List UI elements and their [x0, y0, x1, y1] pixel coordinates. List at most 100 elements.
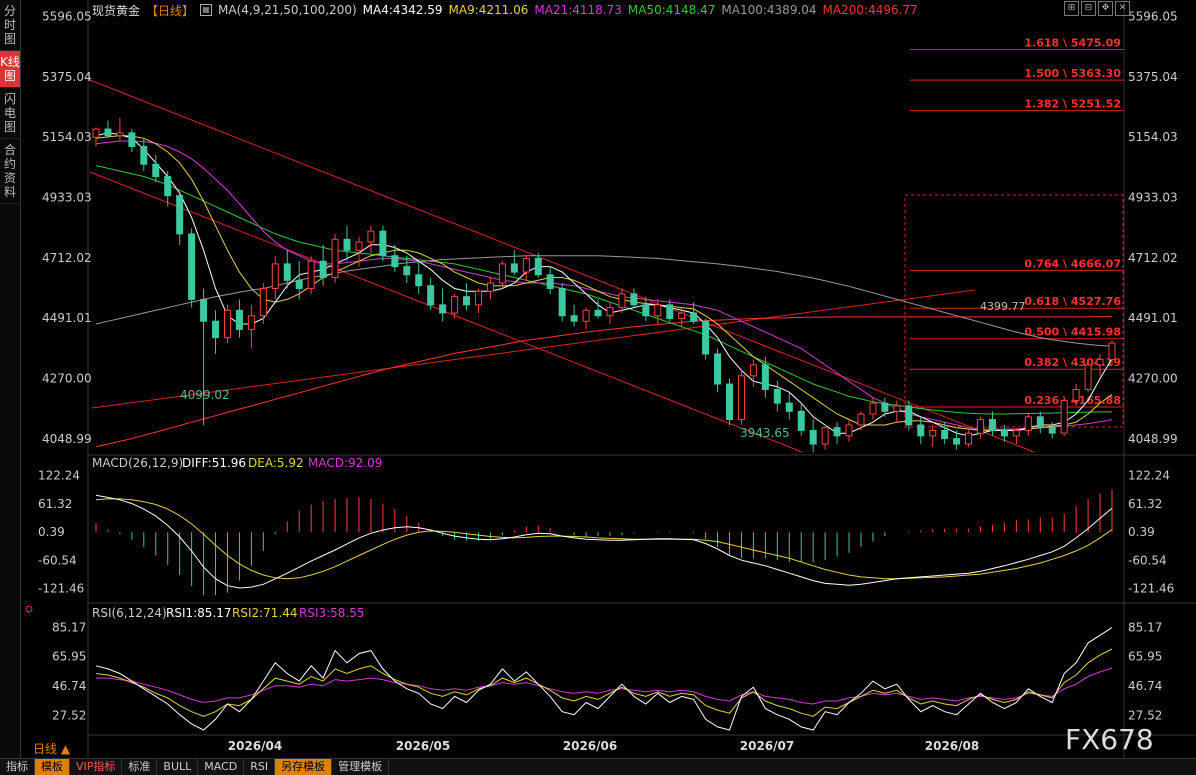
ma4-value: MA4:4342.59: [362, 3, 443, 17]
candle-body: [582, 309, 590, 322]
price-tick-label: 5154.03: [1128, 130, 1178, 144]
candle-body: [714, 353, 722, 385]
candle-body: [1108, 342, 1116, 360]
zoom-in-icon[interactable]: ⊞: [1064, 1, 1079, 16]
sidebar-tab-contract-info[interactable]: 合约资料: [0, 139, 20, 204]
rsi-tick-label-left: 85.17: [52, 620, 86, 634]
candle-body: [917, 424, 925, 437]
rsi3-line: [96, 667, 1113, 705]
candle-body: [391, 255, 399, 268]
candle-body: [212, 320, 220, 339]
macd-dea-line: [95, 498, 1113, 580]
macd-tick-label-left: 61.32: [38, 497, 72, 511]
price-tick-label: 4048.99: [1128, 432, 1178, 446]
candle-body: [331, 238, 339, 279]
price-tick-label-left: 4712.02: [42, 251, 92, 265]
symbol-name: 现货黄金: [92, 3, 141, 18]
close-icon[interactable]: ✕: [1115, 1, 1130, 16]
price-tick-label: 4933.03: [1128, 191, 1178, 205]
sidebar-tab-timeshare[interactable]: 分时图: [0, 0, 20, 51]
ma-lines: [95, 132, 1113, 448]
tab-rsi[interactable]: RSI: [244, 759, 276, 775]
candle-body: [881, 402, 889, 412]
price-tick-label: 5375.04: [1128, 70, 1178, 84]
candle-body: [403, 266, 411, 276]
macd-tick-label: 61.32: [1128, 497, 1162, 511]
macd-tick-label: 0.39: [1128, 525, 1155, 539]
candle-body: [642, 304, 650, 317]
zoom-out-icon[interactable]: ⊟: [1081, 1, 1096, 16]
candle-body: [319, 260, 327, 279]
candle-body: [821, 427, 829, 445]
candle-body: [152, 163, 160, 178]
macd-params: MACD(26,12,9): [92, 456, 183, 470]
save-template-button[interactable]: 另存模板: [275, 759, 333, 775]
date-tick-label: 2026/04: [228, 739, 282, 753]
tab-template[interactable]: 模板: [35, 759, 70, 775]
price-tick-label-left: 4270.00: [42, 372, 92, 386]
candle-body: [618, 293, 626, 309]
grid-lines: [87, 0, 1196, 758]
candle-body: [534, 257, 542, 276]
candle-body: [116, 132, 124, 137]
candle-body: [630, 293, 638, 306]
sidebar-tab-flash[interactable]: 闪电图: [0, 88, 20, 139]
crosshair-icon[interactable]: ✥: [1098, 1, 1113, 16]
candle-body: [379, 230, 387, 257]
candle-body: [295, 279, 303, 289]
last-price-annotation: 4399.77: [980, 300, 1026, 313]
candle-body: [869, 402, 877, 415]
rsi-params: RSI(6,12,24): [92, 606, 167, 620]
ma21-value: MA21:4118.73: [534, 3, 622, 17]
date-tick-label: 2026/07: [740, 739, 794, 753]
candle-body: [726, 383, 734, 421]
tab-standard[interactable]: 标准: [122, 759, 158, 775]
candle-body: [451, 296, 459, 314]
candle-body: [343, 238, 351, 251]
macd-value: MACD:92.09: [308, 456, 382, 470]
candle-body: [510, 263, 518, 273]
candle-body: [259, 287, 267, 317]
trend-lines: [89, 79, 1035, 453]
candle-body: [929, 429, 937, 437]
candle-body: [1024, 416, 1032, 431]
candle-body: [941, 429, 949, 440]
candle-body: [415, 274, 423, 287]
period-label[interactable]: 日线 ▲: [33, 742, 71, 756]
candle-body: [1084, 364, 1092, 390]
candle-body: [522, 257, 530, 273]
chart-canvas[interactable]: 1.618 \ 5475.09 1.500 \ 5363.30 1.382 \ 52…: [0, 0, 1196, 758]
tab-indicators[interactable]: 指标: [0, 759, 35, 775]
period-tag: 【日线】: [146, 3, 195, 18]
candle-body: [905, 405, 913, 426]
candle-body: [247, 315, 255, 330]
rsi1-line: [95, 627, 1113, 731]
rsi-value-3: RSI3:58.55: [299, 606, 365, 620]
candle-body: [845, 424, 853, 437]
tab-vip-indicators[interactable]: VIP指标: [70, 759, 123, 775]
sidebar-tab-kline[interactable]: K线图: [0, 51, 20, 88]
fib-level-label: 1.618 \ 5475.09: [1024, 37, 1121, 50]
rsi-tick-label: 27.52: [1128, 708, 1162, 722]
candle-body: [833, 427, 841, 437]
candle-body: [953, 438, 961, 445]
rsi-tick-label: 46.74: [1128, 679, 1162, 693]
sidebar: 分时图 K线图 闪电图 合约资料: [0, 0, 21, 758]
candle-body: [606, 307, 614, 317]
candles: [92, 117, 1116, 453]
rsi-tick-label-left: 65.95: [52, 650, 86, 664]
indicator-toggle-icon[interactable]: ▦: [200, 4, 213, 16]
candle-body: [666, 304, 674, 319]
rsi2-line: [95, 648, 1113, 717]
candle-body: [857, 413, 865, 426]
tab-bull[interactable]: BULL: [157, 759, 199, 775]
candle-body: [678, 312, 686, 319]
candle-body: [463, 296, 471, 306]
ma100-value: MA100:4389.04: [721, 3, 817, 17]
settings-dot-icon[interactable]: [25, 605, 33, 613]
rsi-tick-label-left: 27.52: [52, 708, 86, 722]
tab-macd[interactable]: MACD: [198, 759, 245, 775]
candle-body: [702, 320, 710, 355]
candle-body: [1060, 399, 1068, 434]
manage-template-button[interactable]: 管理模板: [332, 759, 390, 775]
